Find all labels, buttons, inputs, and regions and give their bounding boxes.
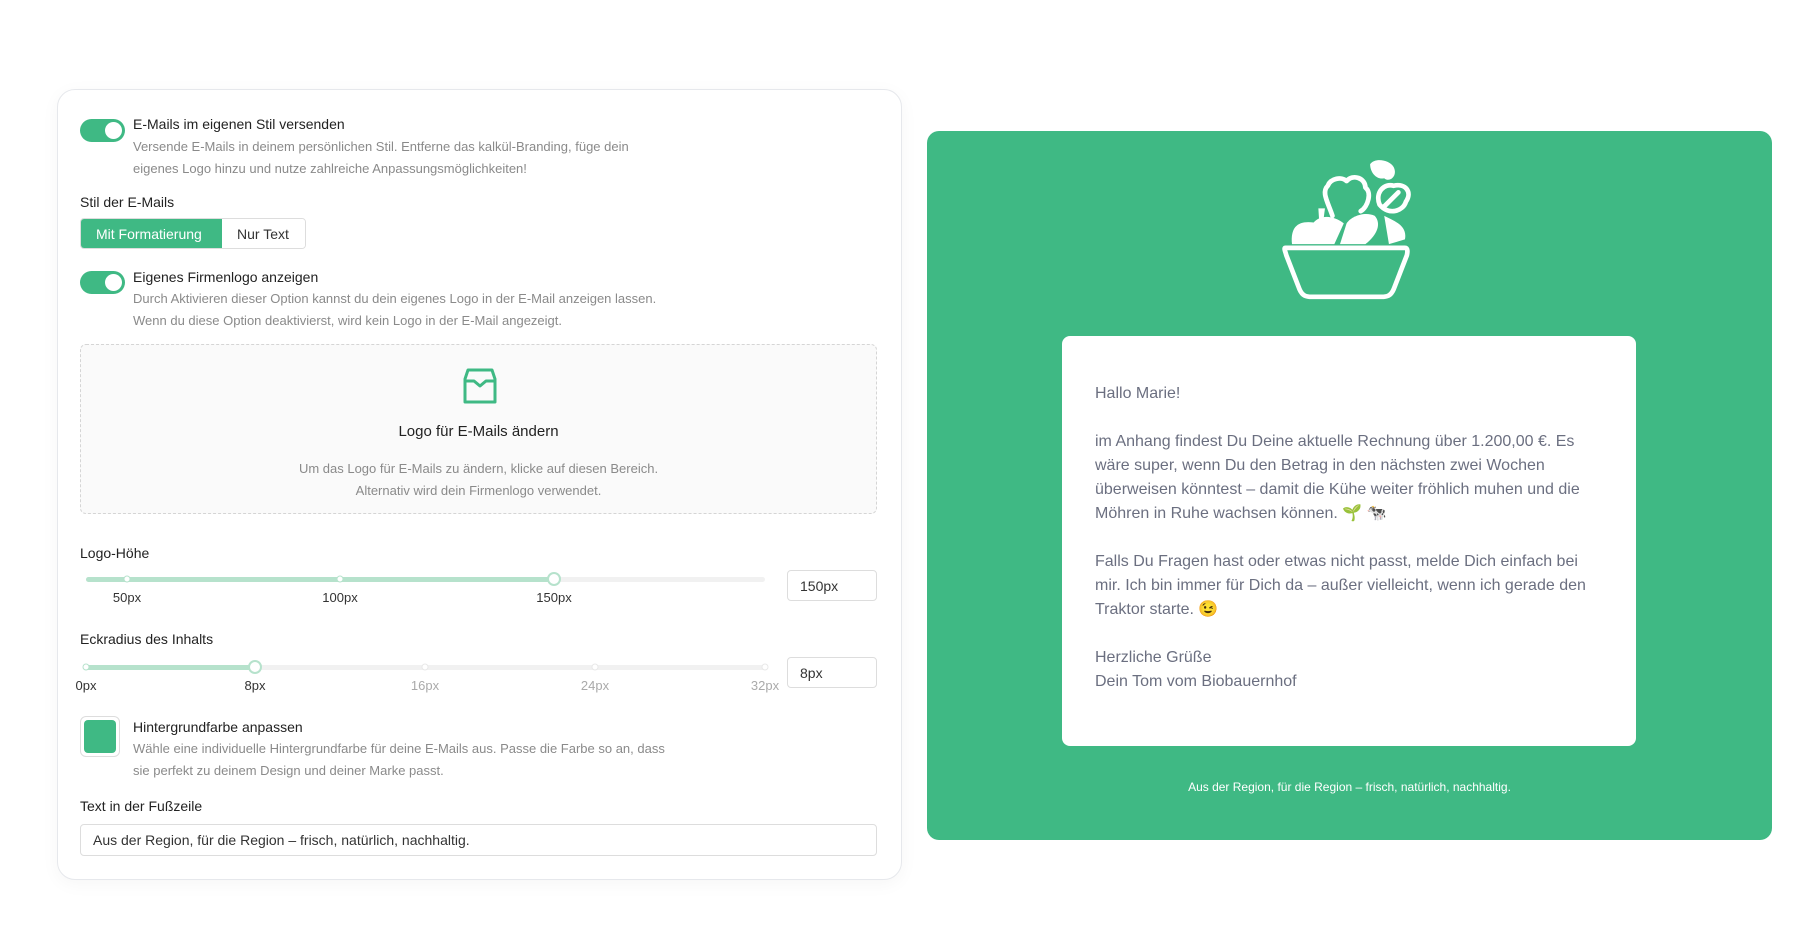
slider-tick-label: 24px [580,678,610,693]
style-option-formatted[interactable]: Mit Formatierung [81,219,222,248]
logo-toggle-title: Eigenes Firmenlogo anzeigen [133,269,319,285]
dropzone-title: Logo für E-Mails ändern [398,423,559,440]
email-greeting: Hallo Marie! [1095,385,1181,402]
salad-bowl-icon [1282,160,1411,300]
logo-dropzone[interactable]: Logo für E-Mails ändern Um das Logo für … [80,344,877,514]
bg-color-title: Hintergrundfarbe anpassen [133,719,303,735]
slider-tick-label: 150px [536,590,572,605]
logo-height-input[interactable]: 150px [787,570,877,601]
logo-toggle[interactable] [80,271,125,294]
slider-mark [123,575,131,583]
slider-mark [761,663,769,671]
own-style-desc-1: Versende E-Mails in deinem persönlichen … [133,139,629,154]
slider-mark [82,663,90,671]
style-segmented-control: Mit Formatierung Nur Text [80,218,306,249]
style-label: Stil der E-Mails [80,194,175,210]
email-paragraph-2: Falls Du Fragen hast oder etwas nicht pa… [1095,553,1586,618]
slider-mark [591,663,599,671]
email-content: Hallo Marie! im Anhang findest Du Deine … [1062,336,1636,746]
own-style-title: E-Mails im eigenen Stil versenden [133,116,345,132]
email-paragraph-1: im Anhang findest Du Deine aktuelle Rech… [1095,433,1580,522]
own-style-desc-2: eigenes Logo hinzu und nutze zahlreiche … [133,161,527,176]
email-closing-1: Herzliche Grüße [1095,649,1212,666]
slider-tick-label: 0px [75,678,97,693]
slider-tick-label: 100px [322,590,358,605]
radius-label: Eckradius des Inhalts [80,631,214,647]
slider-mark [336,575,344,583]
footer-label: Text in der Fußzeile [80,798,203,814]
footer-text-input[interactable]: Aus der Region, für die Region – frisch,… [80,824,877,856]
own-style-toggle[interactable] [80,119,125,142]
bg-color-desc-1: Wähle eine individuelle Hintergrundfarbe… [133,741,665,756]
slider-tick-label: 50px [112,590,142,605]
dropzone-desc-1: Um das Logo für E-Mails zu ändern, klick… [298,461,659,476]
radius-handle[interactable] [248,660,262,674]
logo-height-fill [86,577,554,582]
dropzone-desc-2: Alternativ wird dein Firmenlogo verwende… [355,483,602,498]
slider-tick-label: 32px [750,678,780,693]
logo-height-handle[interactable] [547,572,561,586]
logo-height-label: Logo-Höhe [80,545,150,561]
slider-tick-label: 16px [410,678,440,693]
radius-fill [86,665,255,670]
email-closing-2: Dein Tom vom Biobauernhof [1095,673,1297,690]
radius-input[interactable]: 8px [787,657,877,688]
logo-toggle-desc-1: Durch Aktivieren dieser Option kannst du… [133,291,657,306]
style-option-text[interactable]: Nur Text [222,219,305,248]
slider-mark [421,663,429,671]
logo-toggle-desc-2: Wenn du diese Option deaktivierst, wird … [133,313,562,328]
inbox-icon [463,368,497,404]
bg-color-desc-2: sie perfekt zu deinem Design und deiner … [133,763,444,778]
bg-color-fill [84,720,116,753]
bg-color-swatch[interactable] [80,716,120,757]
slider-tick-label: 8px [244,678,266,693]
email-footer-text: Aus der Region, für die Region – frisch,… [1188,780,1511,794]
